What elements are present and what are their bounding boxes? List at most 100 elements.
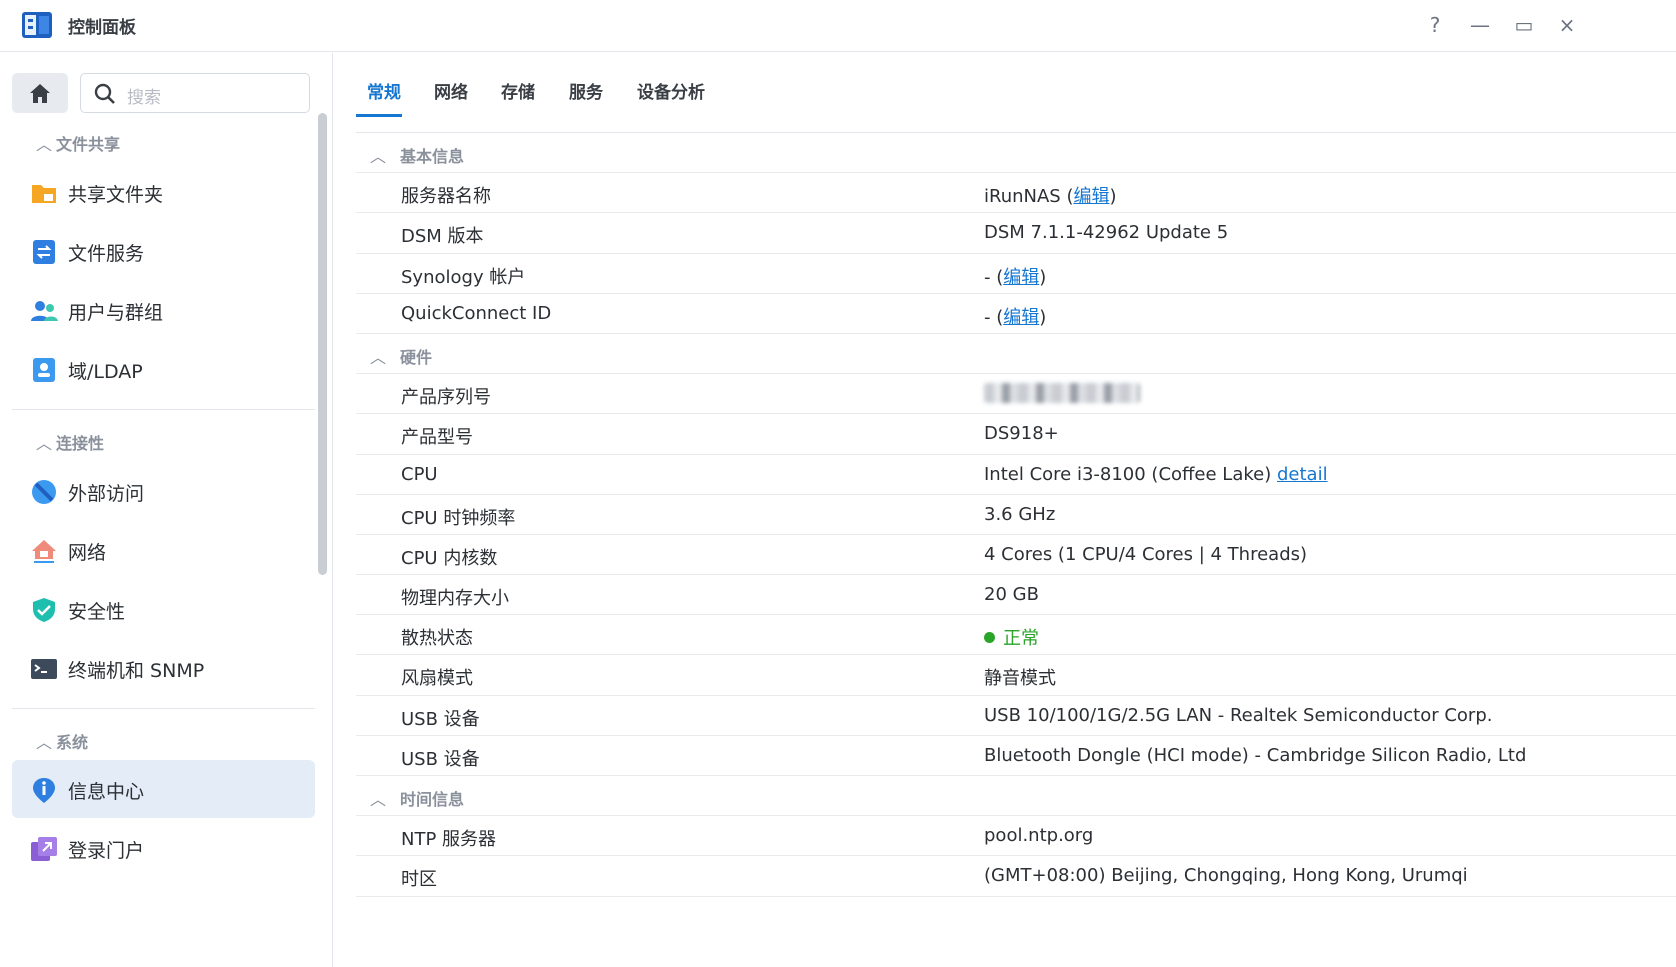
row-label: 时区 — [401, 869, 437, 891]
edit-server-name-link[interactable]: 编辑 — [1073, 186, 1109, 207]
sidebar-scrollbar[interactable] — [318, 113, 327, 575]
section-title: 硬件 — [400, 347, 433, 367]
row-value: 3.6 GHz — [984, 503, 1056, 525]
chevron-up-icon: ︿ — [36, 434, 53, 453]
table-row: QuickConnect ID - (编辑) — [356, 294, 1676, 334]
row-value: pool.ntp.org — [984, 825, 1094, 847]
row-value: - (编辑) — [984, 266, 1047, 288]
section-time-info[interactable]: ︿ 时间信息 — [356, 776, 1676, 817]
group-file-sharing[interactable]: ︿ 文件共享 — [36, 131, 120, 155]
sidebar: 搜索 ︿ 文件共享 共享文件夹 文件服务 用户与群组 域/LDAP ︿ 连接性 … — [0, 53, 333, 967]
table-row: 服务器名称 iRunNAS (编辑) — [356, 173, 1676, 214]
group-connectivity[interactable]: ︿ 连接性 — [36, 430, 104, 454]
tab-services[interactable]: 服务 — [569, 78, 603, 103]
row-label: 产品型号 — [401, 427, 473, 449]
home-button[interactable] — [12, 73, 68, 113]
sidebar-item-label: 安全性 — [68, 601, 126, 623]
help-button[interactable]: ? — [1423, 12, 1447, 38]
edit-synology-account-link[interactable]: 编辑 — [1003, 267, 1039, 288]
tab-storage[interactable]: 存储 — [501, 78, 535, 103]
row-value: DS918+ — [984, 423, 1059, 445]
sidebar-item-user-group[interactable]: 用户与群组 — [12, 281, 315, 339]
sidebar-item-network[interactable]: 网络 — [12, 521, 315, 579]
chevron-up-icon: ︿ — [370, 347, 387, 367]
cpu-detail-link[interactable]: detail — [1277, 464, 1328, 485]
tab-general[interactable]: 常规 — [367, 78, 401, 103]
table-row: CPU Intel Core i3-8100 (Coffee Lake) det… — [356, 455, 1676, 495]
shared-folder-icon — [32, 185, 56, 203]
row-value — [984, 383, 1140, 404]
security-shield-icon — [33, 598, 55, 622]
sidebar-item-file-services[interactable]: 文件服务 — [12, 222, 315, 280]
sidebar-item-security[interactable]: 安全性 — [12, 580, 315, 638]
section-title: 时间信息 — [400, 790, 465, 809]
row-label: Synology 帐户 — [401, 266, 526, 288]
row-value: USB 10/100/1G/2.5G LAN - Realtek Semicon… — [984, 704, 1493, 726]
sidebar-item-info-center[interactable]: 信息中心 — [12, 760, 315, 818]
row-label: USB 设备 — [401, 748, 480, 770]
chevron-up-icon: ︿ — [370, 147, 387, 166]
row-value: 20 GB — [984, 584, 1039, 606]
quickconnect-value: - — [984, 306, 991, 328]
row-label: 服务器名称 — [401, 186, 491, 208]
chevron-up-icon: ︿ — [370, 790, 387, 809]
minimize-button[interactable]: — — [1468, 12, 1492, 38]
chevron-up-icon: ︿ — [36, 733, 53, 752]
row-value: Bluetooth Dongle (HCI mode) - Cambridge … — [984, 744, 1527, 766]
row-value: Intel Core i3-8100 (Coffee Lake) detail — [984, 464, 1328, 485]
table-row: USB 设备 Bluetooth Dongle (HCI mode) - Cam… — [356, 736, 1676, 776]
table-row: CPU 时钟频率 3.6 GHz — [356, 495, 1676, 535]
file-services-icon — [33, 240, 55, 264]
search-placeholder: 搜索 — [127, 88, 161, 108]
row-value: (GMT+08:00) Beijing, Chongqing, Hong Kon… — [984, 865, 1468, 887]
row-label: 产品序列号 — [401, 387, 491, 409]
sidebar-item-domain-ldap[interactable]: 域/LDAP — [12, 340, 315, 398]
terminal-icon — [31, 659, 57, 679]
edit-quickconnect-link[interactable]: 编辑 — [1003, 307, 1039, 328]
sidebar-item-login-portal[interactable]: 登录门户 — [12, 819, 315, 877]
info-center-icon — [33, 778, 55, 803]
table-row: DSM 版本 DSM 7.1.1-42962 Update 5 — [356, 213, 1676, 254]
sidebar-item-shared-folder[interactable]: 共享文件夹 — [12, 163, 315, 221]
network-icon — [32, 540, 56, 563]
group-title: 系统 — [56, 733, 89, 752]
row-label: 物理内存大小 — [401, 588, 509, 610]
login-portal-icon — [31, 837, 57, 861]
sidebar-item-label: 域/LDAP — [68, 361, 143, 383]
table-row: NTP 服务器 pool.ntp.org — [356, 816, 1676, 857]
domain-ldap-icon — [33, 358, 55, 382]
app-title: 控制面板 — [68, 18, 136, 38]
sidebar-item-label: 外部访问 — [68, 483, 145, 505]
close-button[interactable]: × — [1555, 12, 1579, 38]
sidebar-item-label: 用户与群组 — [68, 302, 164, 324]
group-system[interactable]: ︿ 系统 — [36, 729, 88, 753]
tab-network[interactable]: 网络 — [434, 78, 468, 103]
table-row: 风扇模式 静音模式 — [356, 655, 1676, 696]
maximize-button[interactable]: ▭ — [1512, 12, 1536, 38]
home-icon — [30, 84, 50, 103]
user-group-icon — [31, 301, 58, 321]
sidebar-item-external-access[interactable]: 外部访问 — [12, 462, 315, 520]
section-hardware[interactable]: ︿ 硬件 — [356, 333, 1676, 375]
synology-account-value: - — [984, 266, 991, 288]
divider — [12, 409, 315, 410]
tab-device-analysis[interactable]: 设备分析 — [637, 78, 705, 103]
title-bar: 控制面板 ? — ▭ × — [0, 0, 1676, 52]
server-name-value: iRunNAS — [984, 186, 1061, 208]
divider — [12, 708, 315, 709]
row-label: CPU — [401, 463, 438, 485]
sidebar-item-terminal-snmp[interactable]: 终端机和 SNMP — [12, 639, 315, 697]
row-value: 4 Cores (1 CPU/4 Cores | 4 Threads) — [984, 543, 1308, 565]
section-basic-info[interactable]: ︿ 基本信息 — [356, 133, 1676, 174]
group-title: 连接性 — [56, 434, 105, 453]
sidebar-item-label: 信息中心 — [68, 781, 145, 803]
row-label: USB 设备 — [401, 708, 480, 730]
search-input[interactable]: 搜索 — [80, 73, 310, 113]
section-title: 基本信息 — [400, 147, 465, 166]
row-label: NTP 服务器 — [401, 829, 497, 851]
group-title: 文件共享 — [56, 135, 121, 154]
cpu-value: Intel Core i3-8100 (Coffee Lake) — [984, 463, 1272, 485]
info-table: ︿ 基本信息 服务器名称 iRunNAS (编辑) DSM 版本 DSM 7.1.… — [356, 133, 1676, 897]
table-row: USB 设备 USB 10/100/1G/2.5G LAN - Realtek … — [356, 696, 1676, 736]
table-row: 产品型号 DS918+ — [356, 414, 1676, 455]
